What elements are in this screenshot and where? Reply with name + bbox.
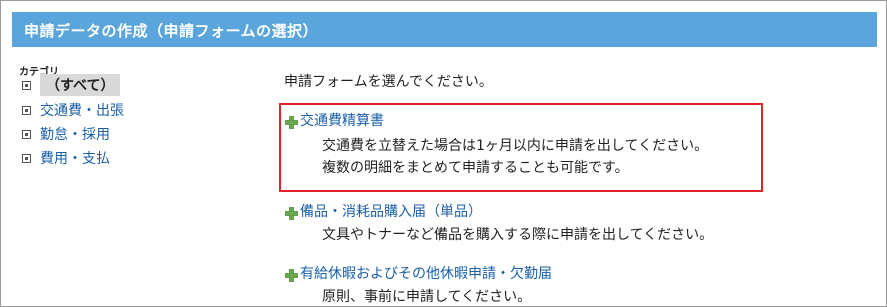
plus-icon xyxy=(285,115,298,129)
category-label[interactable]: 勤怠・採用 xyxy=(40,124,110,144)
form-link[interactable]: 交通費精算書 xyxy=(285,111,708,129)
collapse-box-icon xyxy=(22,129,31,139)
collapse-box-icon xyxy=(22,153,31,163)
form-entry-supplies: 備品・消耗品購入届（単品） 文具やトナーなど備品を購入する際に申請を出してくださ… xyxy=(285,202,713,246)
category-item-attendance[interactable]: 勤怠・採用 xyxy=(22,124,110,144)
form-link[interactable]: 有給休暇およびその他休暇申請・欠勤届 xyxy=(285,264,552,282)
form-entry-leave: 有給休暇およびその他休暇申請・欠勤届 原則、事前に申請してください。 xyxy=(285,264,552,307)
category-item-travel[interactable]: 交通費・出張 xyxy=(22,100,124,120)
form-title[interactable]: 交通費精算書 xyxy=(300,110,384,130)
form-link[interactable]: 備品・消耗品購入届（単品） xyxy=(285,202,713,220)
page-header: 申請データの作成（申請フォームの選択） xyxy=(12,12,877,47)
form-description-line: 原則、事前に申請してください。 xyxy=(322,289,532,305)
collapse-box-icon xyxy=(22,80,31,90)
form-description-line: 文具やトナーなど備品を購入する際に申請を出してください。 xyxy=(322,227,714,243)
form-description-line: 交通費を立替えた場合は1ヶ月以内に申請を出してください。 xyxy=(322,138,709,154)
window-frame: 申請データの作成（申請フォームの選択） カテゴリ （すべて） 交通費・出張 勤怠… xyxy=(0,0,887,307)
category-label[interactable]: （すべて） xyxy=(40,74,121,96)
category-label[interactable]: 交通費・出張 xyxy=(40,100,124,120)
instruction-text: 申請フォームを選んでください。 xyxy=(284,74,493,90)
form-entry-travel-expense: 交通費精算書 交通費を立替えた場合は1ヶ月以内に申請を出してください。 複数の明… xyxy=(285,111,708,179)
form-title[interactable]: 備品・消耗品購入届（単品） xyxy=(300,201,482,221)
category-item-expenses[interactable]: 費用・支払 xyxy=(22,148,110,168)
category-label[interactable]: 費用・支払 xyxy=(40,148,110,168)
form-title[interactable]: 有給休暇およびその他休暇申請・欠勤届 xyxy=(300,263,552,283)
collapse-box-icon xyxy=(22,105,31,115)
page-title: 申請データの作成（申請フォームの選択） xyxy=(24,22,319,40)
plus-icon xyxy=(285,268,298,282)
form-description-line: 複数の明細をまとめて申請することも可能です。 xyxy=(322,160,629,176)
category-item-all[interactable]: （すべて） xyxy=(22,74,121,96)
plus-icon xyxy=(285,206,298,220)
